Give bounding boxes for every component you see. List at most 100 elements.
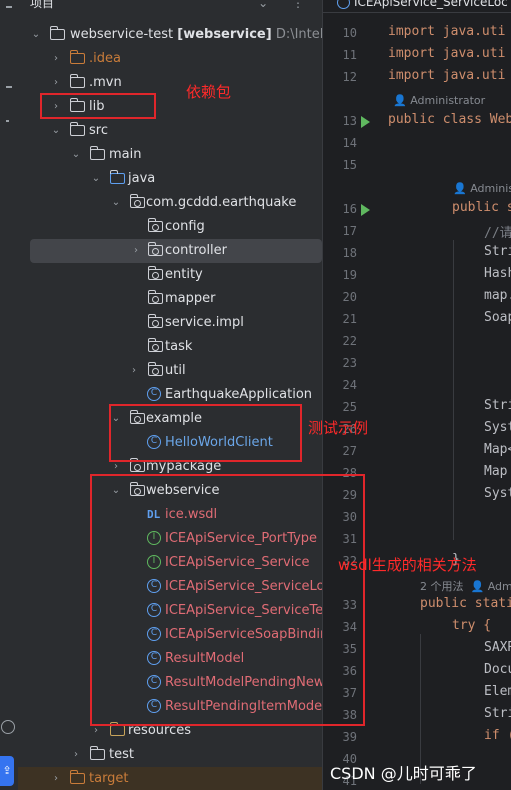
class-icon bbox=[337, 0, 350, 9]
tree-item-idea[interactable]: › .idea bbox=[18, 47, 322, 71]
code-line[interactable]: Stri bbox=[484, 398, 511, 413]
code-line[interactable]: //请 bbox=[484, 222, 511, 241]
code-text: Stri bbox=[484, 244, 511, 259]
code-text: Syst bbox=[484, 420, 511, 435]
code-text: Map bbox=[484, 464, 508, 479]
code-line[interactable]: try { bbox=[452, 618, 491, 633]
chevron-right-icon[interactable]: › bbox=[128, 359, 140, 383]
code-line[interactable]: Hash bbox=[484, 266, 511, 281]
package-icon bbox=[147, 290, 163, 304]
panel-options-icon[interactable]: ⌄ ⋮ bbox=[258, 0, 314, 10]
package-icon bbox=[147, 362, 163, 376]
line-number: 23 bbox=[342, 356, 357, 370]
tree-item-label: service.impl bbox=[165, 315, 244, 330]
code-text: Hash bbox=[484, 266, 511, 281]
package-icon bbox=[147, 218, 163, 232]
code-line[interactable]: map. bbox=[484, 288, 511, 303]
line-number: 21 bbox=[342, 312, 357, 326]
tree-item-service-impl[interactable]: service.impl bbox=[18, 311, 322, 335]
code-text: import java.uti bbox=[388, 46, 506, 61]
code-line[interactable]: Stri bbox=[484, 244, 511, 259]
tree-item-label: util bbox=[165, 363, 186, 378]
code-line[interactable]: SAXR bbox=[484, 640, 511, 655]
code-line[interactable]: public stati bbox=[420, 596, 511, 611]
watermark: CSDN @儿时可乖了 bbox=[330, 764, 477, 783]
chevron-right-icon[interactable]: › bbox=[50, 767, 62, 790]
code-text: public class Web bbox=[388, 112, 511, 127]
package-icon bbox=[147, 242, 163, 256]
chevron-down-icon[interactable]: ⌄ bbox=[50, 119, 62, 143]
project-tool-icon[interactable] bbox=[6, 6, 12, 8]
chevron-right-icon[interactable]: › bbox=[50, 71, 62, 95]
code-line[interactable]: import java.uti bbox=[388, 46, 505, 61]
code-line[interactable]: Elem bbox=[484, 684, 511, 699]
tool-window-strip: ⇪ bbox=[0, 0, 19, 790]
tree-item-test[interactable]: › test bbox=[18, 743, 322, 767]
author-hint[interactable]: 👤 Administrator bbox=[393, 94, 485, 107]
folder-icon bbox=[69, 74, 85, 88]
usages-hint[interactable]: 2 个用法 👤 Adm bbox=[420, 578, 511, 594]
line-number: 11 bbox=[342, 48, 357, 62]
tree-item-target[interactable]: › target bbox=[18, 767, 322, 790]
code-line[interactable]: Stri bbox=[484, 706, 511, 721]
folder-icon bbox=[89, 746, 105, 760]
chevron-right-icon[interactable]: › bbox=[130, 239, 142, 263]
structure-tool-icon[interactable] bbox=[6, 86, 12, 88]
code-line[interactable]: Map bbox=[484, 464, 511, 479]
code-text: public s bbox=[452, 200, 511, 215]
tree-item-main[interactable]: ⌄ main bbox=[18, 143, 322, 167]
code-text: try { bbox=[452, 618, 492, 633]
tree-item-task[interactable]: task bbox=[18, 335, 322, 359]
code-line[interactable]: Docu bbox=[484, 662, 511, 677]
run-gutter-icon[interactable] bbox=[361, 116, 370, 128]
line-number: 19 bbox=[342, 268, 357, 282]
chevron-down-icon[interactable]: ⌄ bbox=[30, 23, 42, 47]
chevron-down-icon[interactable]: ⌄ bbox=[110, 191, 122, 215]
tree-item-java[interactable]: ⌄ java bbox=[18, 167, 322, 191]
tree-item-mapper[interactable]: mapper bbox=[18, 287, 322, 311]
chevron-down-icon[interactable]: ⌄ bbox=[90, 167, 102, 191]
tree-item-entity[interactable]: entity bbox=[18, 263, 322, 287]
tree-item-label: mapper bbox=[165, 291, 216, 306]
settings-icon[interactable] bbox=[1, 720, 15, 734]
folder-icon bbox=[69, 770, 85, 784]
tree-item-label: .mvn bbox=[89, 75, 122, 90]
annotation-label-webservice: wsdl生成的相关方法 bbox=[338, 556, 477, 574]
line-number: 17 bbox=[342, 224, 357, 238]
folder-icon bbox=[69, 122, 85, 136]
code-line[interactable]: public s bbox=[452, 200, 511, 215]
usages-hint-text: 2 个用法 bbox=[420, 580, 464, 593]
tree-item-config[interactable]: config bbox=[18, 215, 322, 239]
annotation-box-lib bbox=[40, 93, 156, 119]
author-hint[interactable]: 👤 Administ bbox=[453, 182, 511, 195]
code-line[interactable]: Soap bbox=[484, 310, 511, 325]
tree-item-util[interactable]: › util bbox=[18, 359, 322, 383]
code-line[interactable]: public class Web bbox=[388, 112, 511, 127]
tree-item-controller[interactable]: › controller bbox=[30, 239, 322, 263]
root-path: D:\Intelli bbox=[275, 27, 322, 42]
annotation-box-example bbox=[109, 404, 302, 462]
chevron-right-icon[interactable]: › bbox=[70, 743, 82, 767]
tree-item-package-root[interactable]: ⌄ com.gcddd.earthquake bbox=[18, 191, 322, 215]
annotation-label-example: 测试示例 bbox=[308, 419, 369, 437]
code-line[interactable]: Syst bbox=[484, 486, 511, 501]
notifications-icon[interactable]: ⇪ bbox=[0, 756, 14, 786]
code-line[interactable]: if ( bbox=[484, 728, 511, 743]
code-line[interactable]: import java.uti bbox=[388, 68, 505, 83]
line-number: 18 bbox=[342, 246, 357, 260]
tree-item-src[interactable]: ⌄ src bbox=[18, 119, 322, 143]
run-gutter-icon[interactable] bbox=[361, 204, 370, 216]
author-hint-text: Administ bbox=[470, 182, 511, 195]
tree-item-mvn[interactable]: › .mvn bbox=[18, 71, 322, 95]
chevron-right-icon[interactable]: › bbox=[50, 47, 62, 71]
tree-root-row[interactable]: ⌄ webservice-test [webservice] D:\Intell… bbox=[18, 23, 322, 47]
code-line[interactable]: Syst bbox=[484, 420, 511, 435]
package-icon bbox=[129, 458, 145, 472]
tree-item-label: config bbox=[165, 219, 205, 234]
editor-tab[interactable]: ICEApiService_ServiceLoc bbox=[323, 0, 511, 13]
code-line[interactable]: import java.uti bbox=[388, 24, 505, 39]
more-tools-icon[interactable] bbox=[6, 120, 9, 122]
chevron-down-icon[interactable]: ⌄ bbox=[70, 143, 82, 167]
code-text: Elem bbox=[484, 684, 511, 699]
code-line[interactable]: Map< bbox=[484, 442, 511, 457]
